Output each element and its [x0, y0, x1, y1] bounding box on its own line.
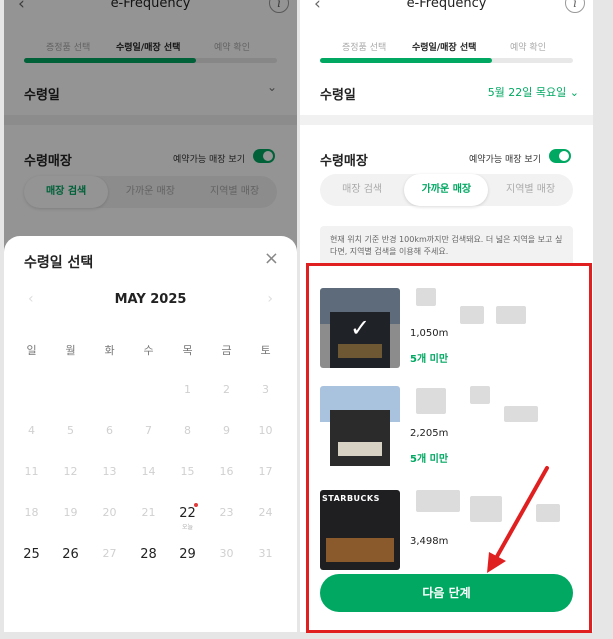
arrow-shaft [493, 466, 549, 562]
annotation-arrow [487, 466, 549, 573]
